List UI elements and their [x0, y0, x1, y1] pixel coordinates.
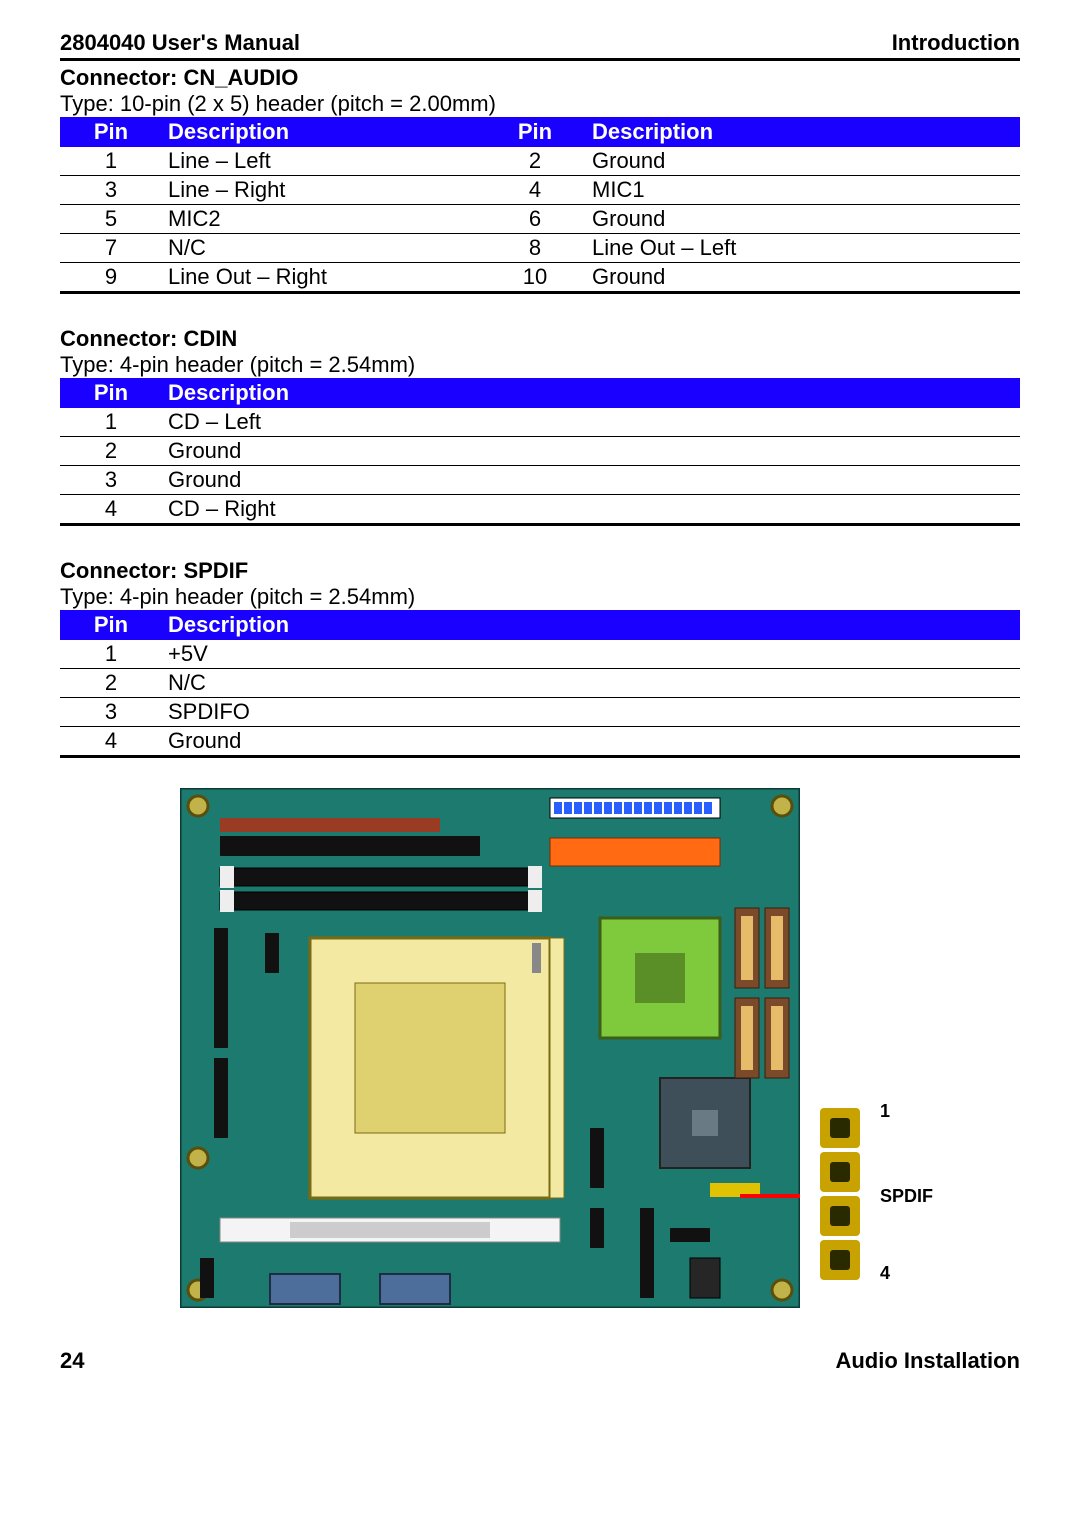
table-header: Pin [484, 117, 586, 147]
table-cell: Line – Left [162, 147, 484, 176]
table-cell: Line Out – Left [586, 234, 1020, 263]
table-cell: 7 [60, 234, 162, 263]
table-cell: Ground [162, 727, 1020, 757]
table-row: 1CD – Left [60, 408, 1020, 437]
table-cell: 10 [484, 263, 586, 293]
table-cell: Ground [162, 466, 1020, 495]
table-cell: CD – Right [162, 495, 1020, 525]
table-cell: Ground [162, 437, 1020, 466]
table-cell: 4 [484, 176, 586, 205]
table-cell: 4 [60, 727, 162, 757]
table-cell: 3 [60, 698, 162, 727]
table-row: 7N/C8Line Out – Left [60, 234, 1020, 263]
table-row: 3SPDIFO [60, 698, 1020, 727]
table-header: Description [162, 378, 1020, 408]
table-cell: Line – Right [162, 176, 484, 205]
table-cell: 4 [60, 495, 162, 525]
table-cell: Ground [586, 205, 1020, 234]
table-cell: 5 [60, 205, 162, 234]
table-cell: +5V [162, 640, 1020, 669]
table-header: Description [162, 117, 484, 147]
page-header: 2804040 User's Manual Introduction [60, 30, 1020, 61]
footer-section: Audio Installation [835, 1348, 1020, 1374]
connector-type: Type: 4-pin header (pitch = 2.54mm) [60, 352, 1020, 378]
table-cell: MIC2 [162, 205, 484, 234]
table-cell: 6 [484, 205, 586, 234]
pin-table: PinDescription1+5V2N/C3SPDIFO4Ground [60, 610, 1020, 758]
table-row: 2N/C [60, 669, 1020, 698]
connector-title: Connector: CDIN [60, 326, 1020, 352]
table-cell: SPDIFO [162, 698, 1020, 727]
page-footer: 24 Audio Installation [60, 1348, 1020, 1374]
connector-title: Connector: SPDIF [60, 558, 1020, 584]
table-cell: 9 [60, 263, 162, 293]
table-row: 3Line – Right4MIC1 [60, 176, 1020, 205]
table-row: 9Line Out – Right10Ground [60, 263, 1020, 293]
table-cell: 1 [60, 640, 162, 669]
table-cell: 3 [60, 176, 162, 205]
table-header: Description [162, 610, 1020, 640]
table-row: 2Ground [60, 437, 1020, 466]
table-cell: 1 [60, 408, 162, 437]
table-cell: 2 [484, 147, 586, 176]
page-number: 24 [60, 1348, 84, 1374]
table-row: 4CD – Right [60, 495, 1020, 525]
connector-type: Type: 10-pin (2 x 5) header (pitch = 2.0… [60, 91, 1020, 117]
table-cell: CD – Left [162, 408, 1020, 437]
table-row: 1Line – Left2Ground [60, 147, 1020, 176]
table-cell: Ground [586, 263, 1020, 293]
table-cell: 2 [60, 437, 162, 466]
table-row: 5MIC26Ground [60, 205, 1020, 234]
table-row: 3Ground [60, 466, 1020, 495]
pin-table: PinDescriptionPinDescription1Line – Left… [60, 117, 1020, 294]
table-cell: 8 [484, 234, 586, 263]
connector-type: Type: 4-pin header (pitch = 2.54mm) [60, 584, 1020, 610]
spdif-callout [810, 1108, 870, 1288]
connector-title: Connector: CN_AUDIO [60, 65, 1020, 91]
table-cell: Line Out – Right [162, 263, 484, 293]
board-svg [180, 788, 800, 1308]
header-left: 2804040 User's Manual [60, 30, 300, 56]
pin-table: PinDescription1CD – Left2Ground3Ground4C… [60, 378, 1020, 526]
table-cell: N/C [162, 234, 484, 263]
table-cell: N/C [162, 669, 1020, 698]
table-header: Pin [60, 117, 162, 147]
motherboard-diagram: 1 SPDIF 4 [180, 788, 1000, 1328]
table-row: 1+5V [60, 640, 1020, 669]
table-header: Description [586, 117, 1020, 147]
spdif-pin1-label: 1 [880, 1101, 890, 1122]
header-right: Introduction [892, 30, 1020, 56]
table-cell: Ground [586, 147, 1020, 176]
table-header: Pin [60, 610, 162, 640]
table-header: Pin [60, 378, 162, 408]
spdif-pin4-label: 4 [880, 1263, 890, 1284]
table-row: 4Ground [60, 727, 1020, 757]
table-cell: 3 [60, 466, 162, 495]
spdif-name-label: SPDIF [880, 1186, 933, 1207]
table-cell: 1 [60, 147, 162, 176]
table-cell: 2 [60, 669, 162, 698]
table-cell: MIC1 [586, 176, 1020, 205]
